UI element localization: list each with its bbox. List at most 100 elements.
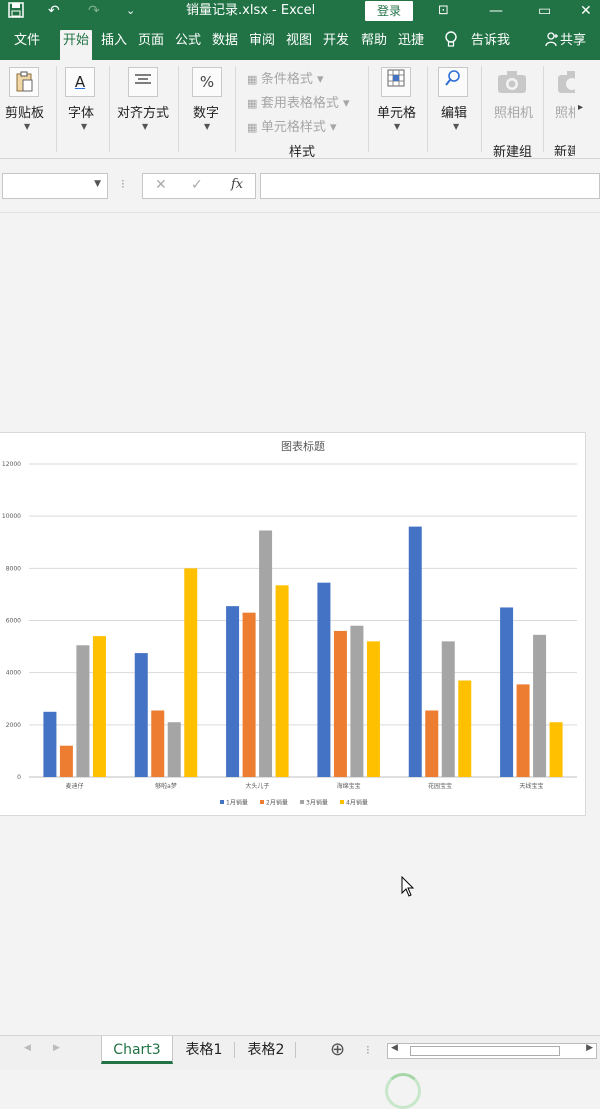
share-button[interactable]: 共享 — [541, 30, 589, 52]
x-tick-label: 天线宝宝 — [519, 782, 543, 790]
formula-buttons: ✕ ✓ fx — [142, 173, 256, 199]
tab-review[interactable]: 审阅 — [246, 30, 278, 52]
x-tick-label: 海绵宝宝 — [337, 782, 361, 790]
clipboard-icon — [9, 67, 39, 97]
sheet-tab-table1[interactable]: 表格1 — [178, 1036, 230, 1064]
redo-icon[interactable]: ↷ — [88, 2, 100, 20]
font-label: 字体 — [68, 106, 95, 121]
close-button[interactable]: ✕ — [580, 2, 592, 20]
ribbon: 剪贴板 ▼ A 字体 ▼ 对齐方式 ▼ % 数字 ▼ ▦ 条件格式 ▾ ▦ 套用… — [0, 60, 600, 160]
editing-group[interactable]: 编辑 ▼ — [429, 60, 479, 156]
formula-input[interactable] — [260, 173, 600, 199]
person-icon — [545, 32, 558, 47]
new-group-label-2: 新建 — [554, 145, 575, 156]
minimize-button[interactable]: — — [489, 2, 503, 20]
scroll-left-icon[interactable]: ◀ — [391, 1043, 398, 1053]
divider — [368, 66, 369, 152]
tab-home[interactable]: 开始 — [60, 30, 93, 60]
tab-formulas[interactable]: 公式 — [172, 30, 204, 52]
bar — [76, 645, 90, 777]
chevron-down-icon[interactable]: ▼ — [94, 179, 101, 189]
sheet-tab-table2[interactable]: 表格2 — [240, 1036, 292, 1064]
percent-icon: % — [192, 67, 222, 97]
enter-icon[interactable]: ✓ — [191, 177, 203, 193]
cancel-icon[interactable]: ✕ — [155, 177, 167, 193]
share-label: 共享 — [560, 33, 587, 48]
divider — [295, 1042, 296, 1058]
camera-icon[interactable] — [557, 70, 575, 98]
clipboard-group[interactable]: 剪贴板 ▼ — [0, 60, 55, 156]
bar — [134, 653, 148, 777]
customize-qa-icon[interactable]: ⌄ — [126, 2, 135, 20]
alignment-group[interactable]: 对齐方式 ▼ — [111, 60, 177, 156]
scroll-right-icon[interactable]: ▶ — [586, 1043, 593, 1053]
restore-button[interactable]: ▭ — [538, 2, 551, 20]
chevron-down-icon: ▼ — [142, 122, 149, 131]
conditional-format-button[interactable]: ▦ 条件格式 ▾ — [247, 68, 324, 87]
chevron-down-icon: ▼ — [394, 122, 401, 131]
bar-chart: 图表标题 0 2000 4000 6000 8000 10000 12000 麦迪仔 够啦a梦 大头… — [2, 439, 577, 807]
bar — [317, 582, 331, 777]
y-tick-label: 2000 — [6, 722, 21, 729]
cell-style-icon: ▦ — [247, 121, 261, 134]
y-tick-label: 8000 — [6, 565, 21, 572]
ribbon-display-icon[interactable]: ⊡ — [438, 2, 449, 20]
sheet-tab-bar: ◀ ▶ Chart3 表格1 表格2 ⊕ ⁝ ◀ ▶ — [0, 1035, 600, 1069]
scroll-left-icon[interactable]: ◀ — [24, 1043, 31, 1053]
tab-help[interactable]: 帮助 — [358, 30, 390, 52]
legend-swatch — [340, 800, 344, 804]
tab-pdf[interactable]: 迅捷PD — [395, 30, 433, 52]
x-tick-label: 花园宝宝 — [428, 782, 452, 790]
cells-group[interactable]: 单元格 ▼ — [370, 60, 426, 156]
tab-view[interactable]: 视图 — [283, 30, 315, 52]
tab-developer[interactable]: 开发工 — [320, 30, 356, 52]
name-box[interactable]: ▼ — [2, 173, 108, 199]
tab-file[interactable]: 文件 — [11, 30, 43, 52]
tab-data[interactable]: 数据 — [209, 30, 241, 52]
bar — [408, 526, 422, 777]
table-format-button[interactable]: ▦ 套用表格格式 ▾ — [247, 92, 350, 111]
fx-icon[interactable]: fx — [231, 177, 243, 192]
number-label: 数字 — [193, 106, 220, 121]
add-sheet-icon[interactable]: ⊕ — [330, 1039, 345, 1060]
divider — [56, 66, 57, 152]
bar — [350, 625, 364, 777]
ribbon-scroll-right-icon[interactable]: ▸ — [578, 102, 583, 113]
drag-handle-icon[interactable]: ⁝ — [121, 177, 125, 191]
bar — [275, 585, 289, 777]
bar — [333, 630, 347, 777]
undo-icon[interactable]: ↶ — [48, 2, 60, 20]
cells-label: 单元格 — [377, 106, 417, 121]
chart-area[interactable]: 图表标题 0 2000 4000 6000 8000 10000 12000 麦迪仔 够啦a梦 大头… — [0, 432, 586, 816]
number-group[interactable]: % 数字 ▼ — [180, 60, 232, 156]
font-group[interactable]: A 字体 ▼ — [58, 60, 108, 156]
bar — [92, 636, 106, 777]
x-tick-label: 大头儿子 — [245, 782, 269, 790]
horizontal-scrollbar[interactable]: ◀ ▶ — [387, 1043, 597, 1059]
cell-style-button[interactable]: ▦ 单元格样式 ▾ — [247, 116, 337, 135]
login-button[interactable]: 登录 — [365, 1, 413, 21]
camera-icon[interactable] — [497, 70, 527, 98]
table-format-label: 套用表格格式 — [260, 96, 339, 111]
conditional-format-icon: ▦ — [247, 73, 261, 86]
bar — [425, 710, 439, 777]
tab-page-layout[interactable]: 页面布 — [135, 30, 169, 52]
lightbulb-icon[interactable] — [441, 30, 461, 52]
y-tick-label: 12000 — [2, 461, 21, 468]
divider — [543, 66, 544, 152]
sheet-tab-chart3[interactable]: Chart3 — [101, 1036, 173, 1064]
x-tick-label: 麦迪仔 — [66, 782, 84, 790]
search-icon — [438, 67, 468, 97]
conditional-format-label: 条件格式 — [260, 72, 313, 87]
tell-me-box[interactable]: 告诉我 — [468, 30, 513, 52]
drag-handle-icon[interactable]: ⁝ — [366, 1043, 370, 1057]
legend-entry: 3月销量 — [306, 799, 328, 807]
tab-insert[interactable]: 插入 — [98, 30, 130, 52]
scroll-right-icon[interactable]: ▶ — [53, 1043, 60, 1053]
divider — [234, 1042, 235, 1058]
legend-swatch — [300, 800, 304, 804]
save-icon[interactable] — [8, 2, 24, 23]
bar — [226, 606, 240, 777]
chevron-down-icon: ▼ — [453, 122, 460, 131]
scrollbar-thumb[interactable] — [410, 1046, 560, 1056]
